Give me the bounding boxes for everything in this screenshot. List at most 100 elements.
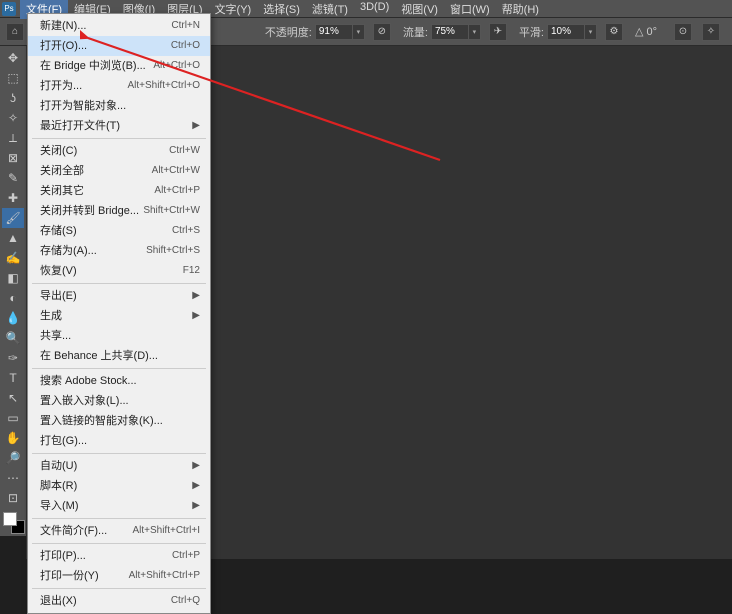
eraser-tool[interactable]: ◧ bbox=[2, 268, 24, 288]
flow-input[interactable]: 75% bbox=[431, 24, 469, 40]
menu-item[interactable]: 关闭其它Alt+Ctrl+P bbox=[28, 181, 210, 201]
submenu-arrow-icon: ▶ bbox=[192, 498, 200, 514]
menu-item-label: 置入嵌入对象(L)... bbox=[40, 393, 129, 409]
menu-帮助[interactable]: 帮助(H) bbox=[496, 0, 545, 19]
eyedropper-tool[interactable]: ✎ bbox=[2, 168, 24, 188]
hand-tool[interactable]: ✋ bbox=[2, 428, 24, 448]
menu-item[interactable]: 文件简介(F)... Alt+Shift+Ctrl+I bbox=[28, 521, 210, 541]
menu-item-shortcut: Ctrl+P bbox=[172, 548, 200, 564]
menu-item[interactable]: 置入嵌入对象(L)... bbox=[28, 391, 210, 411]
menu-item-shortcut: Ctrl+S bbox=[172, 223, 200, 239]
submenu-arrow-icon: ▶ bbox=[192, 288, 200, 304]
menu-item[interactable]: 打包(G)... bbox=[28, 431, 210, 451]
smoothing-dd-icon[interactable]: ▾ bbox=[585, 24, 597, 40]
opacity-input[interactable]: 91% bbox=[315, 24, 353, 40]
frame-tool[interactable]: ⊠ bbox=[2, 148, 24, 168]
menu-item[interactable]: 存储(S) Ctrl+S bbox=[28, 221, 210, 241]
blur-tool[interactable]: 💧 bbox=[2, 308, 24, 328]
menu-item[interactable]: 关闭(C)Ctrl+W bbox=[28, 141, 210, 161]
opacity-dd-icon[interactable]: ▾ bbox=[353, 24, 365, 40]
menu-item[interactable]: 打印一份(Y)Alt+Shift+Ctrl+P bbox=[28, 566, 210, 586]
menu-item[interactable]: 搜索 Adobe Stock... bbox=[28, 371, 210, 391]
airbrush-icon[interactable]: ✈ bbox=[489, 23, 507, 41]
dodge-tool[interactable]: 🔍 bbox=[2, 328, 24, 348]
menu-item-shortcut: Alt+Shift+Ctrl+I bbox=[132, 523, 200, 539]
menu-item[interactable]: 导入(M)▶ bbox=[28, 496, 210, 516]
menu-滤镜[interactable]: 滤镜(T) bbox=[306, 0, 354, 19]
flow-dd-icon[interactable]: ▾ bbox=[469, 24, 481, 40]
menu-文字[interactable]: 文字(Y) bbox=[209, 0, 258, 19]
menu-item-label: 文件简介(F)... bbox=[40, 523, 107, 539]
menu-item[interactable]: 打开为...Alt+Shift+Ctrl+O bbox=[28, 76, 210, 96]
menu-item[interactable]: 退出(X)Ctrl+Q bbox=[28, 591, 210, 611]
menu-separator bbox=[32, 138, 206, 139]
symmetry-icon[interactable]: ✧ bbox=[702, 23, 720, 41]
menu-视图[interactable]: 视图(V) bbox=[395, 0, 444, 19]
healing-tool[interactable]: ✚ bbox=[2, 188, 24, 208]
submenu-arrow-icon: ▶ bbox=[192, 478, 200, 494]
marquee-tool[interactable]: ⬚ bbox=[2, 68, 24, 88]
angle-icon: △ bbox=[635, 25, 643, 38]
menu-item-label: 关闭全部 bbox=[40, 163, 84, 179]
menu-item-label: 打开为... bbox=[40, 78, 82, 94]
pressure-opacity-icon[interactable]: ⊘ bbox=[373, 23, 391, 41]
menu-separator bbox=[32, 543, 206, 544]
color-swatch[interactable] bbox=[3, 512, 25, 534]
smoothing-input[interactable]: 10% bbox=[547, 24, 585, 40]
brush-tool[interactable]: 🖌 bbox=[2, 208, 24, 228]
menu-item-label: 脚本(R) bbox=[40, 478, 77, 494]
menu-item[interactable]: 打印(P)...Ctrl+P bbox=[28, 546, 210, 566]
path-tool[interactable]: ↖ bbox=[2, 388, 24, 408]
menu-item[interactable]: 新建(N)...Ctrl+N bbox=[28, 16, 210, 36]
home-icon[interactable]: ⌂ bbox=[6, 23, 24, 41]
menu-item-shortcut: Alt+Ctrl+O bbox=[153, 58, 200, 74]
pen-tool[interactable]: ✑ bbox=[2, 348, 24, 368]
shape-tool[interactable]: ▭ bbox=[2, 408, 24, 428]
menu-separator bbox=[32, 518, 206, 519]
menu-item[interactable]: 生成▶ bbox=[28, 306, 210, 326]
menu-item[interactable]: 在 Behance 上共享(D)... bbox=[28, 346, 210, 366]
foreground-color[interactable] bbox=[3, 512, 17, 526]
menu-item[interactable]: 最近打开文件(T)▶ bbox=[28, 116, 210, 136]
menu-item[interactable]: 脚本(R) ▶ bbox=[28, 476, 210, 496]
type-tool[interactable]: T bbox=[2, 368, 24, 388]
menu-item-label: 在 Behance 上共享(D)... bbox=[40, 348, 158, 364]
menu-separator bbox=[32, 283, 206, 284]
menu-item[interactable]: 恢复(V)F12 bbox=[28, 261, 210, 281]
menu-item-label: 存储(S) bbox=[40, 223, 77, 239]
zoom-tool[interactable]: 🔎 bbox=[2, 448, 24, 468]
menu-item-label: 打开(O)... bbox=[40, 38, 87, 54]
menu-item-label: 自动(U) bbox=[40, 458, 77, 474]
gradient-tool[interactable]: ◐ bbox=[2, 288, 24, 308]
submenu-arrow-icon: ▶ bbox=[192, 118, 200, 134]
menu-item-shortcut: Ctrl+O bbox=[171, 38, 200, 54]
menu-item[interactable]: 打开为智能对象... bbox=[28, 96, 210, 116]
lasso-tool[interactable]: ʖ bbox=[2, 88, 24, 108]
photoshop-icon: Ps bbox=[2, 2, 16, 16]
move-tool[interactable]: ✥ bbox=[2, 48, 24, 68]
menu-item[interactable]: 共享... bbox=[28, 326, 210, 346]
menu-item-shortcut: Ctrl+W bbox=[169, 143, 200, 159]
menu-item[interactable]: 自动(U)▶ bbox=[28, 456, 210, 476]
menu-窗口[interactable]: 窗口(W) bbox=[444, 0, 496, 19]
menu-item[interactable]: 导出(E)▶ bbox=[28, 286, 210, 306]
history-brush-tool[interactable]: ✍ bbox=[2, 248, 24, 268]
crop-tool[interactable]: ⟂ bbox=[2, 128, 24, 148]
angle-value[interactable]: 0° bbox=[646, 26, 657, 38]
smoothing-options-icon[interactable]: ⚙ bbox=[605, 23, 623, 41]
more-tool[interactable]: ⋯ bbox=[2, 468, 24, 488]
wand-tool[interactable]: ✧ bbox=[2, 108, 24, 128]
menu-3d[interactable]: 3D(D) bbox=[354, 0, 395, 19]
menu-item[interactable]: 关闭全部Alt+Ctrl+W bbox=[28, 161, 210, 181]
menu-item[interactable]: 在 Bridge 中浏览(B)...Alt+Ctrl+O bbox=[28, 56, 210, 76]
menu-item[interactable]: 置入链接的智能对象(K)... bbox=[28, 411, 210, 431]
stamp-tool[interactable]: ▲ bbox=[2, 228, 24, 248]
pressure-size-icon[interactable]: ⊙ bbox=[674, 23, 692, 41]
menu-item-label: 新建(N)... bbox=[40, 18, 86, 34]
menu-item[interactable]: 存储为(A)...Shift+Ctrl+S bbox=[28, 241, 210, 261]
menu-选择[interactable]: 选择(S) bbox=[257, 0, 306, 19]
menu-item[interactable]: 关闭并转到 Bridge...Shift+Ctrl+W bbox=[28, 201, 210, 221]
menu-item-shortcut: Alt+Shift+Ctrl+P bbox=[129, 568, 200, 584]
edit-toolbar[interactable]: ⊡ bbox=[2, 488, 24, 508]
menu-item[interactable]: 打开(O)... Ctrl+O bbox=[28, 36, 210, 56]
